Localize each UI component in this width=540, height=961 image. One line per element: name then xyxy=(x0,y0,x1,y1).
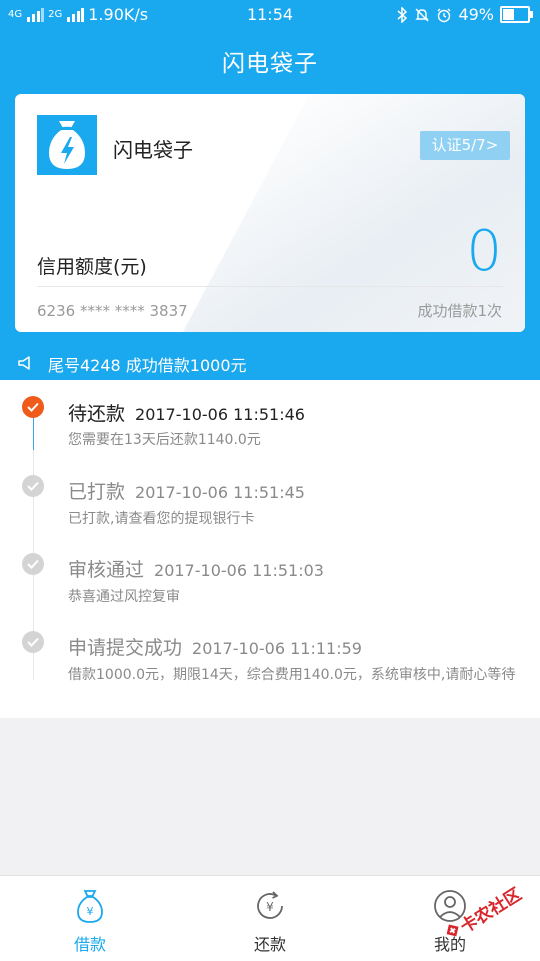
notice-text: 尾号4248 成功借款1000元 xyxy=(48,356,247,375)
timeline-time: 2017-10-06 11:51:03 xyxy=(154,561,324,580)
battery-icon xyxy=(500,6,533,23)
mute-bell-icon xyxy=(415,8,430,21)
timeline-desc: 借款1000.0元，期限14天，综合费用140.0元，系统审核中,请耐心等待 xyxy=(68,667,516,683)
svg-text:¥: ¥ xyxy=(87,905,94,918)
timeline-status: 申请提交成功 xyxy=(68,637,183,659)
timeline-item-head: 已打款 2017-10-06 11:51:45 xyxy=(68,477,305,504)
timeline-status: 待还款 xyxy=(68,403,126,425)
timeline-desc: 恭喜通过风控复审 xyxy=(68,589,180,605)
certification-button[interactable]: 认证5/7> xyxy=(420,131,510,160)
status-right: 49% xyxy=(396,5,533,24)
card-sheen xyxy=(139,94,525,332)
success-loan-count: 成功借款1次 xyxy=(417,302,502,320)
bank-card-number: 6236 **** **** 3837 xyxy=(37,302,188,320)
timeline-item-head: 审核通过 2017-10-06 11:51:03 xyxy=(68,555,324,582)
nav-repay-label: 还款 xyxy=(253,935,286,954)
bluetooth-icon xyxy=(397,6,408,23)
lightning-bag-icon xyxy=(49,121,85,169)
card-divider xyxy=(37,286,503,287)
repay-icon: ¥ xyxy=(257,891,283,919)
timeline-item-head: 待还款 2017-10-06 11:51:46 xyxy=(68,399,305,426)
timeline-time: 2017-10-06 11:11:59 xyxy=(192,639,362,658)
alarm-icon xyxy=(437,8,451,22)
speaker-icon xyxy=(18,356,30,370)
check-icon xyxy=(22,396,44,418)
timeline-time: 2017-10-06 11:51:46 xyxy=(135,405,305,424)
credit-limit-label: 信用额度(元) xyxy=(37,256,147,278)
timeline-desc: 已打款,请查看您的提现银行卡 xyxy=(68,511,255,527)
loan-timeline: 待还款 2017-10-06 11:51:46 您需要在13天后还款1140.0… xyxy=(0,380,540,718)
status-bar: 4G 2G 1.90K/s 11:54 49% xyxy=(0,0,540,30)
battery-percent: 49% xyxy=(458,5,494,24)
card-app-name: 闪电袋子 xyxy=(113,138,193,162)
credit-limit-value: 0 xyxy=(466,219,502,284)
nav-borrow[interactable]: ¥ 借款 xyxy=(0,876,180,961)
app-logo xyxy=(37,115,97,175)
header: 闪电袋子 闪电袋子 认证5/7> 信用额度(元) 0 6236 **** ***… xyxy=(0,30,540,380)
check-icon xyxy=(22,553,44,575)
timeline-status: 审核通过 xyxy=(68,559,145,581)
timeline-desc: 您需要在13天后还款1140.0元 xyxy=(68,432,261,448)
check-icon xyxy=(22,475,44,497)
notice-bar[interactable]: 尾号4248 成功借款1000元 xyxy=(0,348,540,380)
nav-borrow-label: 借款 xyxy=(73,935,106,954)
check-icon xyxy=(22,631,44,653)
page-title: 闪电袋子 xyxy=(222,51,318,77)
timeline-item-head: 申请提交成功 2017-10-06 11:11:59 xyxy=(68,633,362,660)
timeline-status: 已打款 xyxy=(68,481,126,503)
svg-text:¥: ¥ xyxy=(266,900,274,914)
nav-repay[interactable]: ¥ 还款 xyxy=(180,876,360,961)
money-bag-icon: ¥ xyxy=(77,890,103,923)
timeline-time: 2017-10-06 11:51:45 xyxy=(135,483,305,502)
credit-card[interactable]: 闪电袋子 认证5/7> 信用额度(元) 0 6236 **** **** 383… xyxy=(15,94,525,332)
